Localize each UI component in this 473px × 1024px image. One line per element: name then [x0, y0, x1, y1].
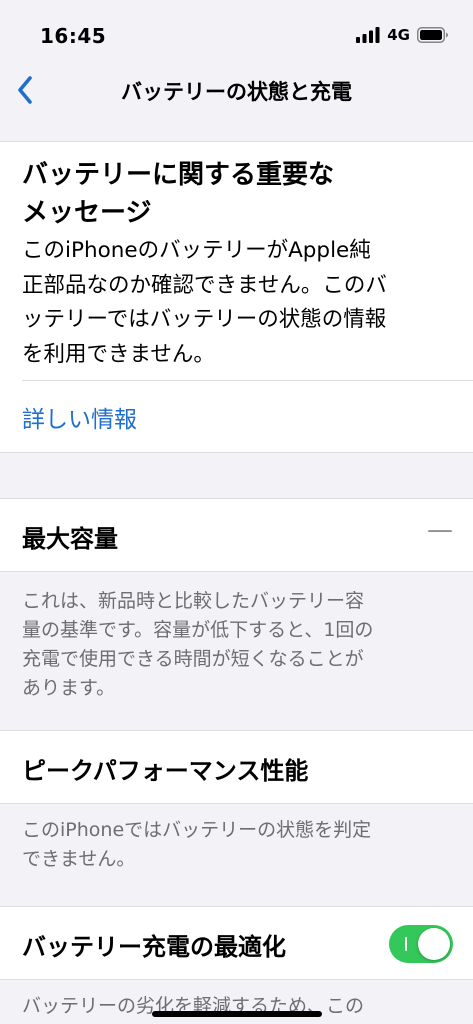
status-time: 16:45: [40, 24, 107, 48]
home-indicator: [152, 1011, 322, 1017]
divider: [22, 380, 473, 381]
page-title: バッテリーの状態と充電: [121, 80, 352, 104]
battery-health-screen: 16:45 4G バッテリーの状態と充電 バッテリーに関する重要な メッセージ …: [0, 0, 473, 1024]
footnote-line: あります。: [22, 677, 116, 699]
important-message-title: バッテリーに関する重要な メッセージ: [22, 156, 442, 232]
toggle-on-mark: [405, 937, 407, 951]
footnote-line: 量の基準です。容量が低下すると、1回の: [22, 619, 374, 641]
important-message-card: バッテリーに関する重要な メッセージ このiPhoneのバッテリーがApple純…: [0, 141, 473, 453]
max-capacity-label: 最大容量: [22, 525, 118, 553]
status-bar: 16:45 4G: [0, 0, 473, 56]
important-message-body: このiPhoneのバッテリーがApple純 正部品なのか確認できません。このバ …: [22, 234, 454, 372]
navigation-bar: バッテリーの状態と充電: [0, 56, 473, 126]
optimized-charging-row: バッテリー充電の最適化: [0, 906, 473, 980]
optimized-charging-toggle[interactable]: [389, 925, 453, 963]
message-body-line: 正部品なのか確認できません。このバ: [22, 272, 387, 298]
more-info-link[interactable]: 詳しい情報: [22, 400, 137, 434]
important-message-title-line: バッテリーに関する重要な: [22, 160, 335, 190]
message-body-line: を利用できません。: [22, 341, 215, 367]
important-message-title-line: メッセージ: [22, 198, 152, 228]
message-body-line: ッテリーではバッテリーの状態の情報: [22, 307, 387, 332]
optimized-charging-label: バッテリー充電の最適化: [22, 933, 286, 961]
battery-icon: [417, 27, 448, 43]
footnote-line: このiPhoneではバッテリーの状態を判定: [22, 819, 372, 841]
toggle-knob: [418, 928, 450, 960]
footnote-line: できません。: [22, 848, 136, 870]
status-indicators: 4G: [356, 26, 449, 44]
peak-performance-label: ピークパフォーマンス性能: [22, 757, 309, 785]
footnote-line: これは、新品時と比較したバッテリー容: [22, 590, 365, 612]
footnote-line: 充電で使用できる時間が短くなることが: [22, 648, 364, 670]
max-capacity-row: 最大容量 —: [0, 498, 473, 572]
max-capacity-footnote: これは、新品時と比較したバッテリー容 量の基準です。容量が低下すると、1回の 充…: [22, 587, 442, 703]
peak-performance-row: ピークパフォーマンス性能: [0, 730, 473, 804]
network-type: 4G: [387, 26, 410, 44]
signal-icon: [356, 27, 380, 43]
message-body-line: このiPhoneのバッテリーがApple純: [22, 238, 371, 263]
max-capacity-value: —: [427, 515, 453, 545]
peak-performance-footnote: このiPhoneではバッテリーの状態を判定 できません。: [22, 816, 442, 874]
